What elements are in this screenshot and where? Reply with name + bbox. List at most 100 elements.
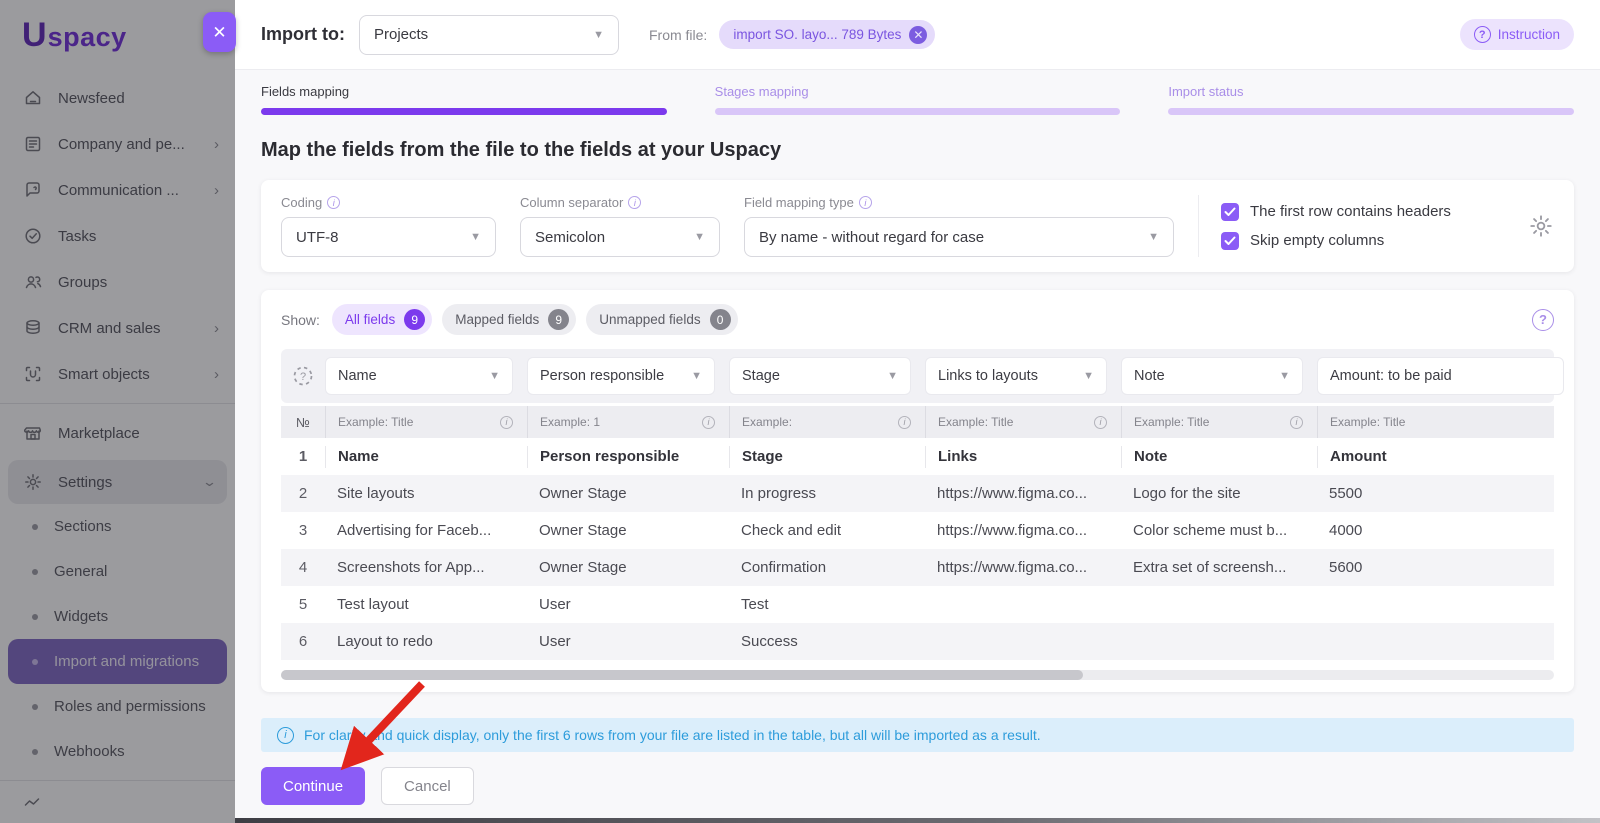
svg-text:?: ? (300, 371, 306, 383)
mapping-type-label: Field mapping type i (744, 195, 1174, 210)
sidebar-subitem-roles-and-permissions[interactable]: Roles and permissions (0, 684, 235, 729)
example-text: Example: Title (1330, 415, 1406, 429)
info-icon: i (1094, 415, 1107, 429)
example-text: Example: Title (1134, 415, 1210, 429)
field-select-stage[interactable]: Stage ▼ (729, 357, 911, 395)
sidebar-item-newsfeed[interactable]: Newsfeed (0, 75, 235, 121)
table-cell: https://www.figma.co... (937, 522, 1088, 539)
mapping-type-field: Field mapping type i By name - without r… (744, 195, 1174, 257)
sidebar-subitem-general[interactable]: General (0, 549, 235, 594)
sidebar-divider (0, 780, 235, 781)
filter-chip-all-fields[interactable]: All fields 9 (331, 304, 433, 335)
example-cell: Example: Title i (1121, 406, 1317, 438)
sidebar-subitem-webhooks[interactable]: Webhooks (0, 729, 235, 774)
continue-button[interactable]: Continue (261, 767, 366, 805)
sidebar-item-groups[interactable]: Groups (0, 259, 235, 305)
sidebar-item-label: Settings (58, 473, 113, 491)
checkbox-checked-icon[interactable] (1221, 202, 1239, 221)
chip-count-badge: 9 (404, 309, 426, 330)
sidebar-item-marketplace[interactable]: Marketplace (0, 410, 235, 456)
info-banner: i For clarity and quick display, only th… (261, 718, 1574, 752)
mapping-type-label-text: Field mapping type (744, 195, 854, 210)
sidebar-item-communication[interactable]: Communication ... › (0, 167, 235, 213)
first-row-headers-checkbox-row[interactable]: The first row contains headers (1221, 202, 1451, 221)
chip-count-badge: 9 (548, 309, 570, 330)
sidebar-item-tasks[interactable]: Tasks (0, 213, 235, 259)
field-select-amount[interactable]: Amount: to be paid (1317, 357, 1564, 395)
sidebar-item-company[interactable]: Company and pe... › (0, 121, 235, 167)
coding-select[interactable]: UTF-8 ▼ (281, 217, 496, 257)
options-checkboxes: The first row contains headers Skip empt… (1221, 202, 1451, 250)
chevron-down-icon: ▼ (1148, 231, 1159, 243)
footer-actions: Continue Cancel (261, 767, 1574, 805)
example-text: Example: Title (338, 415, 414, 429)
sidebar-subitem-label: Webhooks (54, 743, 125, 760)
row-number: 3 (298, 522, 308, 539)
id-card-icon (22, 133, 44, 155)
sidebar-subitem-widgets[interactable]: Widgets (0, 594, 235, 639)
sidebar: Uspacy Newsfeed Company and pe... › Comm… (0, 0, 235, 823)
field-select-links-to-layouts[interactable]: Links to layouts ▼ (925, 357, 1107, 395)
page-title: Map the fields from the file to the fiel… (261, 139, 782, 161)
separator-select[interactable]: Semicolon ▼ (520, 217, 720, 257)
chip-label: Unmapped fields (599, 312, 701, 327)
table-cell: Confirmation (741, 559, 827, 576)
horizontal-scrollbar-thumb[interactable] (281, 670, 1083, 680)
step-fields-mapping: Fields mapping (261, 84, 667, 115)
table-cell: Links (925, 445, 1121, 468)
row-number: 5 (298, 596, 308, 613)
import-target-value: Projects (373, 26, 429, 43)
sidebar-subitem-import-and-migrations[interactable]: Import and migrations (8, 639, 227, 684)
sidebar-subitem-sections[interactable]: Sections (0, 504, 235, 549)
sidebar-item-smart-objects[interactable]: Smart objects › (0, 351, 235, 397)
cancel-button[interactable]: Cancel (381, 767, 474, 805)
separator-value: Semicolon (535, 228, 606, 246)
sidebar-item-partially-visible[interactable] (0, 787, 235, 823)
bullet-icon (32, 748, 38, 755)
question-circle-icon: ? (1473, 26, 1491, 43)
field-select-value: Note (1134, 368, 1165, 384)
checkbox-checked-icon[interactable] (1221, 231, 1239, 250)
field-select-value: Links to layouts (938, 368, 1038, 384)
close-modal-button[interactable]: ✕ (203, 12, 236, 52)
sidebar-item-label: Smart objects (58, 365, 150, 383)
advanced-settings-button[interactable] (1528, 213, 1554, 239)
sidebar-item-label: Newsfeed (58, 89, 125, 107)
step-label: Fields mapping (261, 84, 350, 99)
example-text: Example: Title (938, 415, 1014, 429)
field-select-note[interactable]: Note ▼ (1121, 357, 1303, 395)
info-banner-text: For clarity and quick display, only the … (304, 727, 1041, 743)
auto-mapping-icon[interactable]: ? (281, 364, 325, 388)
uspacy-logo: Uspacy (0, 0, 235, 65)
instruction-button[interactable]: ? Instruction (1459, 19, 1574, 50)
table-cell: Color scheme must b... (1133, 522, 1288, 539)
chip-label: All fields (344, 312, 396, 327)
table-cell: Advertising for Faceb... (337, 522, 492, 539)
bullet-icon (32, 658, 38, 665)
field-select-name[interactable]: Name ▼ (325, 357, 513, 395)
table-row: 1 Name Person responsible Stage Links No… (281, 438, 1554, 475)
bullet-icon (32, 613, 38, 620)
checkbox-label: The first row contains headers (1250, 203, 1451, 220)
remove-file-icon[interactable]: ✕ (909, 25, 928, 44)
help-icon[interactable]: ? (1532, 308, 1554, 331)
from-file-label: From file: (648, 26, 708, 43)
table-cell: Test layout (337, 596, 409, 613)
database-icon (22, 317, 44, 339)
sidebar-subitem-label: Widgets (54, 608, 109, 625)
filter-chip-unmapped-fields[interactable]: Unmapped fields 0 (586, 304, 738, 335)
table-cell: User (539, 633, 571, 650)
bullet-icon (32, 703, 38, 710)
example-text: Example: (742, 415, 793, 429)
skip-empty-columns-checkbox-row[interactable]: Skip empty columns (1221, 231, 1451, 250)
chevron-down-icon: ▼ (1083, 370, 1094, 382)
mapping-type-select[interactable]: By name - without regard for case ▼ (744, 217, 1174, 257)
sidebar-item-settings[interactable]: Settings ⌄ (8, 460, 227, 504)
filter-chip-mapped-fields[interactable]: Mapped fields 9 (442, 304, 577, 335)
sidebar-item-crm[interactable]: CRM and sales › (0, 305, 235, 351)
import-target-select[interactable]: Projects ▼ (358, 14, 619, 55)
step-label: Import status (1168, 84, 1244, 99)
vertical-divider (1198, 195, 1199, 257)
field-select-person-responsible[interactable]: Person responsible ▼ (527, 357, 715, 395)
coding-label: Coding i (281, 195, 496, 210)
